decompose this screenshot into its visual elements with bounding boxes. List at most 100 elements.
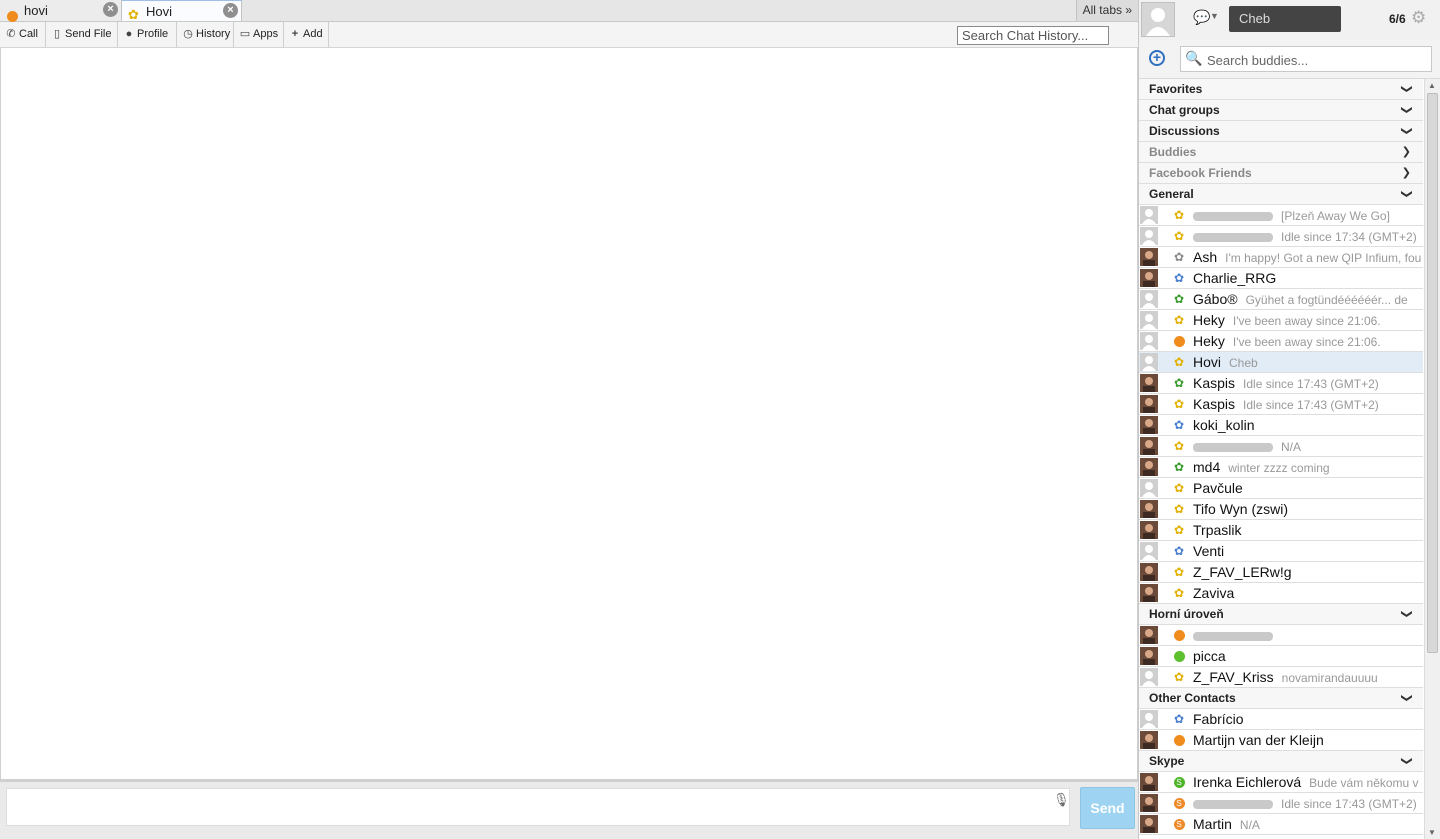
search-buddies-input[interactable] — [1205, 50, 1429, 70]
add-contact-icon[interactable]: + — [1149, 50, 1165, 66]
buddy-name: Zaviva — [1193, 585, 1235, 601]
buddy-name-line: Heky I've been away since 21:06. — [1193, 331, 1381, 351]
chevron-down-icon[interactable]: ▼ — [1210, 11, 1219, 21]
buddy-row[interactable]: S Idle since 17:43 (GMT+2) — [1139, 793, 1423, 814]
status-icon: ✿ — [1173, 271, 1185, 285]
buddy-row[interactable]: ✿ Gábo® Gyühet a fogtündéééééér... de — [1139, 289, 1423, 310]
tab-hovi-active[interactable]: ✿ Hovi × — [122, 0, 242, 22]
buddy-row[interactable]: ✿ Charlie_RRG — [1139, 268, 1423, 289]
buddy-status-message: Gyühet a fogtündéééééér... de — [1245, 293, 1408, 307]
status-icon: ✿ — [1173, 376, 1185, 390]
buddy-row[interactable]: Martijn van der Kleijn — [1139, 730, 1423, 751]
group-header[interactable]: Horní úroveň ❯ — [1139, 604, 1423, 625]
scrollbar-thumb[interactable] — [1427, 93, 1438, 653]
buddy-row[interactable]: ✿ Idle since 17:34 (GMT+2) — [1139, 226, 1423, 247]
group-header[interactable]: Favorites ❯ — [1139, 79, 1423, 100]
scrollbar[interactable]: ▲ ▼ — [1424, 79, 1440, 839]
group-header[interactable]: Chat groups ❯ — [1139, 100, 1423, 121]
buddy-row[interactable]: ✿ N/A — [1139, 436, 1423, 457]
buddy-row[interactable]: ✿ Z_FAV_Kriss novamirandauuuu — [1139, 667, 1423, 688]
buddy-name-line: Idle since 17:34 (GMT+2) — [1193, 226, 1417, 246]
buddy-status-message: Idle since 17:43 (GMT+2) — [1243, 377, 1379, 391]
buddy-row[interactable]: ✿ Ash I'm happy! Got a new QIP Infium, fou — [1139, 247, 1423, 268]
buddy-name-line: Z_FAV_LERw!g — [1193, 562, 1300, 582]
status-icon: S — [1172, 774, 1186, 790]
status-icon: ✿ — [1173, 229, 1185, 243]
buddy-avatar — [1140, 311, 1158, 329]
send-file-button[interactable]: ▯ Send File — [46, 22, 118, 47]
buddy-row[interactable]: ✿ Trpaslik — [1139, 520, 1423, 541]
microphone-icon[interactable]: 🎙 — [1053, 792, 1070, 808]
chevron-down-icon: ❯ — [1400, 609, 1413, 619]
buddy-row[interactable]: ✿ [Plzeň Away We Go] — [1139, 205, 1423, 226]
send-button[interactable]: Send — [1080, 787, 1135, 829]
buddy-status-message: Cheb — [1229, 356, 1258, 370]
status-icon — [1172, 333, 1186, 349]
buddy-row[interactable]: ✿ md4 winter zzzz coming — [1139, 457, 1423, 478]
message-input[interactable] — [6, 788, 1070, 826]
redacted-name — [1193, 631, 1273, 641]
tab-hovi-away[interactable]: hovi × — [0, 0, 122, 23]
buddy-row[interactable] — [1139, 625, 1423, 646]
buddy-row[interactable]: ✿ Z_FAV_LERw!g — [1139, 562, 1423, 583]
buddy-row[interactable]: ✿ Heky I've been away since 21:06. — [1139, 310, 1423, 331]
buddy-name-line: Ash I'm happy! Got a new QIP Infium, fou — [1193, 247, 1421, 267]
buddy-avatar — [1140, 773, 1158, 791]
buddy-avatar — [1140, 563, 1158, 581]
buddy-row[interactable]: Heky I've been away since 21:06. — [1139, 331, 1423, 352]
buddy-row[interactable]: S Irenka Eichlerová Bude vám někomu v — [1139, 772, 1423, 793]
status-icon: ✿ — [1173, 544, 1185, 558]
add-button[interactable]: + Add — [284, 22, 329, 47]
buddy-name: Martijn van der Kleijn — [1193, 732, 1324, 748]
group-header[interactable]: Discussions ❯ — [1139, 121, 1423, 142]
status-icon: ✿ — [1173, 355, 1185, 369]
buddy-row[interactable]: ✿ Tifo Wyn (zswi) — [1139, 499, 1423, 520]
chevron-down-icon: ❯ — [1400, 756, 1413, 766]
group-header[interactable]: Buddies ❯ — [1139, 142, 1423, 163]
apps-label: Apps — [253, 28, 279, 40]
buddy-name-line: Venti — [1193, 541, 1232, 561]
group-header[interactable]: General ❯ — [1139, 184, 1423, 205]
buddy-name: Gábo® — [1193, 291, 1238, 307]
buddy-name-line: Idle since 17:43 (GMT+2) — [1193, 793, 1417, 813]
buddy-row[interactable]: ✿ Zaviva — [1139, 583, 1423, 604]
buddy-name-line: N/A — [1193, 436, 1301, 456]
redacted-name — [1193, 442, 1273, 452]
group-header[interactable]: Facebook Friends ❯ — [1139, 163, 1423, 184]
close-tab-icon[interactable]: × — [223, 3, 238, 18]
close-tab-icon[interactable]: × — [103, 2, 118, 17]
group-name: Buddies — [1149, 145, 1197, 159]
buddy-row[interactable]: S Martin N/A — [1139, 814, 1423, 835]
buddy-row[interactable]: ✿ koki_kolin — [1139, 415, 1423, 436]
history-button[interactable]: ◷ History — [177, 22, 234, 47]
status-chat-icon[interactable]: 💬 — [1193, 9, 1210, 26]
my-avatar[interactable] — [1141, 2, 1175, 37]
buddy-name: Venti — [1193, 543, 1225, 559]
group-name: Facebook Friends — [1149, 166, 1252, 180]
buddy-name-line: Pavčule — [1193, 478, 1251, 498]
profile-button[interactable]: ● Profile — [118, 22, 177, 47]
buddy-row[interactable]: ✿ Kaspis Idle since 17:43 (GMT+2) — [1139, 394, 1423, 415]
gear-icon[interactable]: ⚙ — [1411, 8, 1426, 28]
status-icon: S — [1172, 816, 1186, 832]
all-tabs-button[interactable]: All tabs » — [1075, 0, 1138, 21]
buddy-avatar — [1140, 710, 1158, 728]
group-name: Skype — [1149, 754, 1185, 768]
search-chat-history-input[interactable] — [957, 26, 1109, 45]
buddy-name-line: md4 winter zzzz coming — [1193, 457, 1330, 477]
scroll-up-arrow[interactable]: ▲ — [1428, 81, 1436, 90]
buddy-row[interactable]: ✿ Venti — [1139, 541, 1423, 562]
buddy-row[interactable]: picca — [1139, 646, 1423, 667]
status-message-field[interactable]: Cheb — [1229, 6, 1341, 32]
group-header[interactable]: Other Contacts ❯ — [1139, 688, 1423, 709]
buddy-row[interactable]: ✿ Kaspis Idle since 17:43 (GMT+2) — [1139, 373, 1423, 394]
buddy-row[interactable]: ✿ Pavčule — [1139, 478, 1423, 499]
buddy-status-message: I've been away since 21:06. — [1232, 335, 1381, 349]
buddy-row[interactable]: ✿ Hovi Cheb — [1139, 352, 1423, 373]
buddy-row[interactable]: ✿ Fabrício — [1139, 709, 1423, 730]
buddy-avatar — [1140, 626, 1158, 644]
apps-button[interactable]: ▭ Apps — [234, 22, 284, 47]
call-button[interactable]: ✆ Call — [0, 22, 46, 47]
group-header[interactable]: Skype ❯ — [1139, 751, 1423, 772]
scroll-down-arrow[interactable]: ▼ — [1428, 828, 1436, 837]
